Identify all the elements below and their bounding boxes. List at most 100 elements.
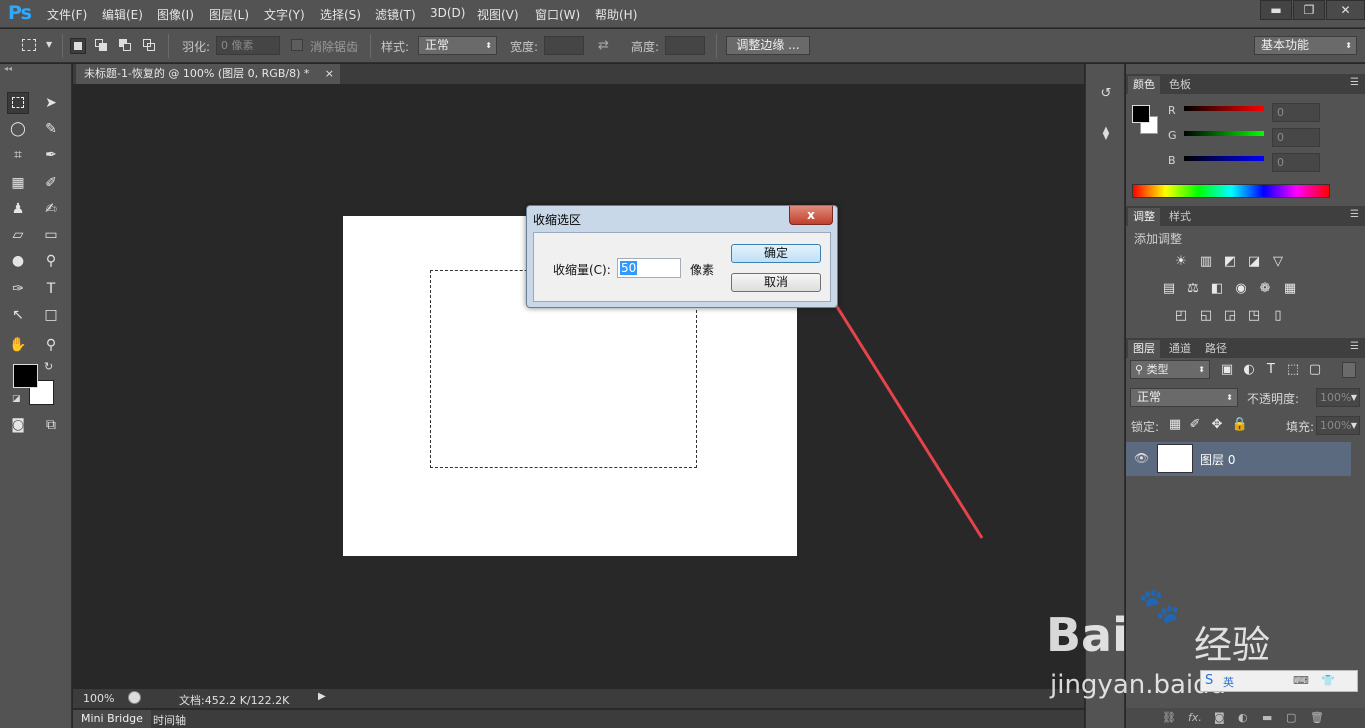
ime-icon[interactable]: S [1205, 673, 1213, 688]
ime-mode-icon[interactable]: 英 [1223, 674, 1234, 690]
dialog-close-button[interactable]: x [789, 206, 833, 225]
collapse-icon[interactable]: ◂◂ [4, 64, 12, 73]
filter-adjustment-icon[interactable]: ◐ [1240, 361, 1258, 379]
menu-3d[interactable]: 3D(D) [430, 6, 465, 20]
link-layers-icon[interactable]: ⛓ [1162, 711, 1176, 724]
photo-filter-icon[interactable]: ◉ [1232, 280, 1250, 298]
tab-paths[interactable]: 路径 [1200, 340, 1232, 358]
invert-icon[interactable]: ◰ [1172, 307, 1190, 325]
tab-adjustments[interactable]: 调整 [1128, 208, 1160, 226]
contract-amount-input[interactable]: 50 [617, 258, 681, 278]
default-colors-icon[interactable]: ◪ [12, 394, 21, 404]
lasso-tool-icon[interactable]: ◯ [7, 118, 29, 140]
path-select-tool-icon[interactable]: ↖ [7, 304, 29, 326]
group-icon[interactable]: ▬ [1262, 711, 1272, 724]
levels-icon[interactable]: ▥ [1197, 253, 1215, 271]
color-lookup-icon[interactable]: ▦ [1281, 280, 1299, 298]
style-select[interactable]: 正常 ⬍ [418, 36, 497, 55]
new-selection-icon[interactable] [70, 38, 86, 54]
menu-edit[interactable]: 编辑(E) [102, 6, 143, 23]
posterize-icon[interactable]: ◱ [1197, 307, 1215, 325]
green-slider[interactable] [1184, 131, 1264, 136]
tab-timeline[interactable]: 时间轴 [153, 712, 186, 728]
rect-marquee-tool-icon[interactable] [7, 92, 29, 114]
filter-toggle[interactable] [1342, 362, 1356, 378]
properties-panel-icon[interactable]: ⧫ [1096, 126, 1116, 148]
play-arrow-icon[interactable]: ▶ [318, 691, 326, 702]
eyedropper-tool-icon[interactable]: ✒ [40, 144, 62, 166]
exposure-icon[interactable]: ◪ [1245, 253, 1263, 271]
pen-tool-icon[interactable]: ✑ [7, 278, 29, 300]
blend-mode-select[interactable]: 正常 ⬍ [1130, 388, 1238, 407]
color-spectrum-bar[interactable] [1132, 184, 1330, 198]
healing-brush-tool-icon[interactable]: ▦ [7, 172, 29, 194]
document-tab[interactable]: 未标题-1-恢复的 @ 100% (图层 0, RGB/8) * × [76, 64, 340, 84]
red-value[interactable]: 0 [1272, 103, 1320, 122]
brush-tool-icon[interactable]: ✐ [40, 172, 62, 194]
swap-icon[interactable]: ⇄ [598, 38, 609, 53]
filter-shape-icon[interactable]: ⬚ [1284, 361, 1302, 379]
tab-channels[interactable]: 通道 [1164, 340, 1196, 358]
antialias-checkbox[interactable] [291, 39, 303, 51]
dodge-tool-icon[interactable]: ⚲ [40, 250, 62, 272]
eraser-tool-icon[interactable]: ▱ [7, 224, 29, 246]
refine-edge-button[interactable]: 调整边缘 ... [726, 36, 810, 55]
intersect-selection-icon[interactable] [142, 38, 158, 54]
add-to-selection-icon[interactable] [94, 38, 110, 54]
menu-file[interactable]: 文件(F) [47, 6, 87, 23]
threshold-icon[interactable]: ◲ [1221, 307, 1239, 325]
quick-mask-icon[interactable]: ◙ [7, 414, 29, 436]
tab-styles[interactable]: 样式 [1164, 208, 1196, 226]
status-icon[interactable] [128, 691, 141, 704]
black-white-icon[interactable]: ◧ [1208, 280, 1226, 298]
crop-tool-icon[interactable]: ⌗ [7, 144, 29, 166]
panel-menu-icon[interactable]: ☰ [1350, 341, 1359, 352]
red-slider[interactable] [1184, 106, 1264, 111]
zoom-tool-icon[interactable]: ⚲ [40, 334, 62, 356]
tab-mini-bridge[interactable]: Mini Bridge [73, 710, 151, 728]
layer-filter-select[interactable]: ⚲ 类型 ⬍ [1130, 360, 1210, 379]
menu-help[interactable]: 帮助(H) [595, 6, 637, 23]
gradient-tool-icon[interactable]: ▭ [40, 224, 62, 246]
ime-toolbar[interactable]: S 英 ⌨ 👕 [1200, 670, 1358, 692]
green-value[interactable]: 0 [1272, 128, 1320, 147]
color-fg-swatch[interactable] [1132, 105, 1150, 123]
layer-row[interactable]: 👁 图层 0 [1126, 442, 1351, 476]
subtract-selection-icon[interactable] [118, 38, 134, 54]
menu-layer[interactable]: 图层(L) [209, 6, 249, 23]
marquee-preset-icon[interactable] [22, 39, 36, 51]
ime-skin-icon[interactable]: 👕 [1321, 674, 1335, 687]
minimize-button[interactable]: ▬ [1260, 0, 1292, 20]
visibility-eye-icon[interactable]: 👁 [1134, 451, 1149, 465]
adjustment-layer-icon[interactable]: ◐ [1238, 711, 1248, 724]
close-tab-icon[interactable]: × [325, 64, 334, 84]
gradient-map-icon[interactable]: ▯ [1269, 307, 1287, 325]
ok-button[interactable]: 确定 [731, 244, 821, 263]
lock-position-icon[interactable]: ✥ [1208, 416, 1226, 434]
lock-all-icon[interactable]: 🔒 [1231, 416, 1249, 434]
filter-pixel-icon[interactable]: ▣ [1218, 361, 1236, 379]
brightness-icon[interactable]: ☀ [1172, 253, 1190, 271]
hue-saturation-icon[interactable]: ▤ [1160, 280, 1178, 298]
fill-input[interactable]: 100% ▼ [1316, 416, 1360, 435]
clone-stamp-tool-icon[interactable]: ♟ [7, 198, 29, 220]
opacity-input[interactable]: 100% ▼ [1316, 388, 1360, 407]
color-balance-icon[interactable]: ⚖ [1184, 280, 1202, 298]
type-tool-icon[interactable]: T [40, 278, 62, 300]
close-window-button[interactable]: ✕ [1326, 0, 1365, 20]
cancel-button[interactable]: 取消 [731, 273, 821, 292]
menu-window[interactable]: 窗口(W) [535, 6, 580, 23]
quick-select-tool-icon[interactable]: ✎ [40, 118, 62, 140]
history-brush-tool-icon[interactable]: ✍ [40, 198, 62, 220]
menu-select[interactable]: 选择(S) [320, 6, 361, 23]
foreground-color-swatch[interactable] [13, 364, 38, 388]
feather-input[interactable]: 0 像素 [216, 36, 280, 55]
filter-smart-object-icon[interactable]: ▢ [1306, 361, 1324, 379]
blur-tool-icon[interactable]: ● [7, 250, 29, 272]
panel-menu-icon[interactable]: ☰ [1350, 209, 1359, 220]
channel-mixer-icon[interactable]: ❁ [1256, 280, 1274, 298]
chevron-down-icon[interactable]: ▼ [46, 40, 52, 49]
hand-tool-icon[interactable]: ✋ [7, 334, 29, 356]
tab-layers[interactable]: 图层 [1128, 340, 1160, 358]
mask-icon[interactable]: ◙ [1214, 711, 1225, 724]
